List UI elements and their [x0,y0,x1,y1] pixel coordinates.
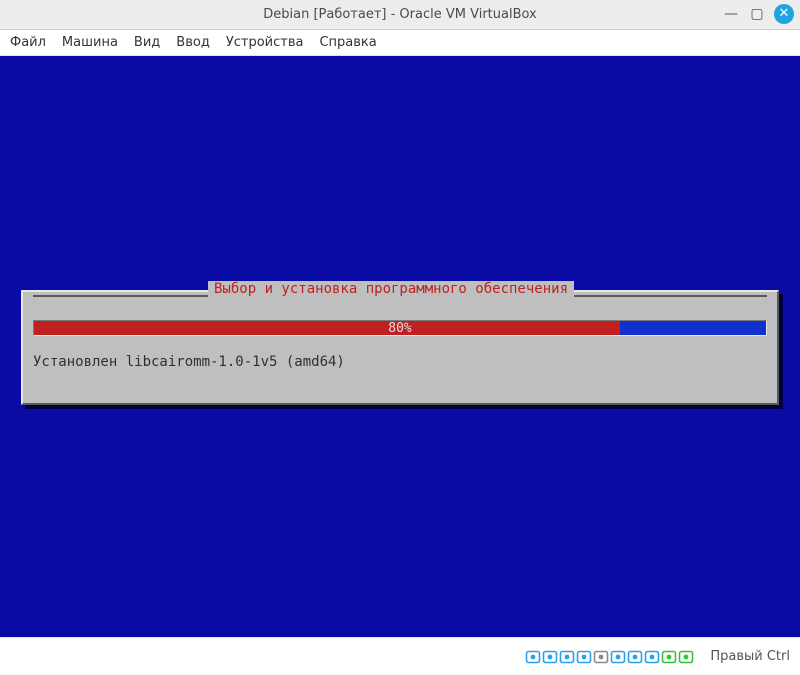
menu-help[interactable]: Справка [319,35,376,50]
recording-icon[interactable] [627,649,643,665]
network-icon[interactable] [559,649,575,665]
dialog-rule [33,295,208,297]
maximize-button[interactable]: ▢ [748,5,766,23]
clipboard-icon[interactable] [644,649,660,665]
progress-bar: 80% [33,320,767,336]
menu-input[interactable]: Ввод [176,35,210,50]
menu-devices[interactable]: Устройства [226,35,304,50]
menu-machine[interactable]: Машина [62,35,118,50]
hdd-icon[interactable] [525,649,541,665]
menu-file[interactable]: Файл [10,35,46,50]
guest-display[interactable]: Выбор и установка программного обеспечен… [0,56,800,637]
window-title: Debian [Работает] - Oracle VM VirtualBox [263,7,537,22]
menu-view[interactable]: Вид [134,35,160,50]
install-status-text: Установлен libcairomm-1.0-1v5 (amd64) [33,354,767,370]
close-button[interactable]: ✕ [774,4,794,24]
dialog-title: Выбор и установка программного обеспечен… [208,281,574,297]
minimize-button[interactable]: — [722,5,740,23]
shared-folder-icon[interactable] [593,649,609,665]
menubar: Файл Машина Вид Ввод Устройства Справка [0,30,800,56]
progress-label: 80% [34,321,766,335]
dialog-rule [574,295,767,297]
vm-statusbar: Правый Ctrl [0,637,800,675]
mouse-integration-icon[interactable] [661,649,677,665]
display-icon[interactable] [610,649,626,665]
optical-icon[interactable] [542,649,558,665]
installer-dialog: Выбор и установка программного обеспечен… [21,290,779,405]
window-titlebar: Debian [Работает] - Oracle VM VirtualBox… [0,0,800,30]
hostkey-label: Правый Ctrl [704,649,790,664]
usb-icon[interactable] [576,649,592,665]
hostkey-status-icon[interactable] [678,649,694,665]
